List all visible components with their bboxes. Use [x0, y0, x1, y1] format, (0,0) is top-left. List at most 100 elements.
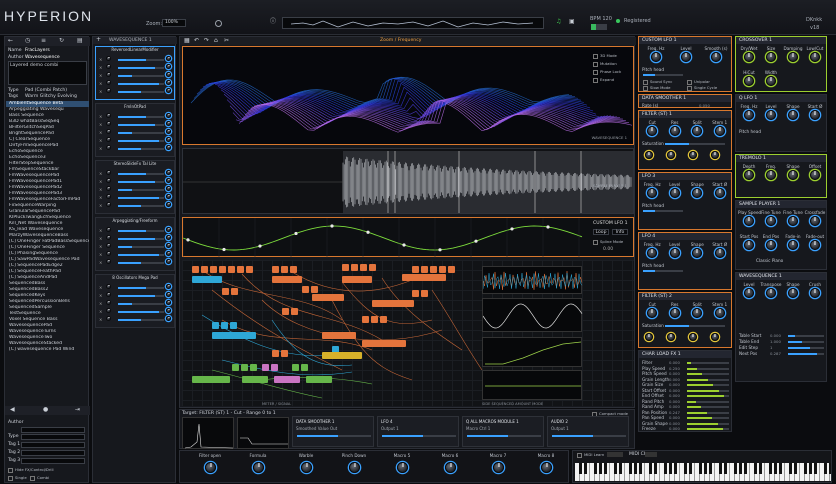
graph-node[interactable]	[369, 264, 376, 271]
param-knob[interactable]	[744, 110, 754, 120]
piano-black-key[interactable]	[583, 463, 587, 474]
lock-icon[interactable]: ⌂	[214, 38, 218, 44]
row-value[interactable]: 0.000	[669, 415, 680, 420]
mini-knob[interactable]	[106, 251, 111, 256]
row-value[interactable]: 0.000	[669, 399, 680, 404]
param-slider[interactable]	[118, 254, 164, 256]
row-slider[interactable]	[687, 373, 729, 375]
remove-icon[interactable]: ×	[99, 81, 102, 86]
remove-icon[interactable]: ×	[99, 317, 102, 322]
remove-icon[interactable]: ×	[99, 122, 102, 127]
opt-mutation[interactable]: Mutation	[593, 61, 617, 67]
param-slider[interactable]	[118, 189, 164, 191]
mini-knob[interactable]	[106, 72, 111, 77]
remove-icon[interactable]: ×	[99, 252, 102, 257]
sample-display[interactable]: SAMPLE PLAYER 1	[182, 148, 634, 214]
option-checkbox[interactable]: Sound Sync	[643, 79, 672, 85]
mini-knob[interactable]	[106, 88, 111, 93]
param-knob[interactable]	[766, 52, 776, 62]
midi-learn-select[interactable]	[607, 452, 623, 457]
param-slider[interactable]	[118, 132, 164, 134]
param-knob[interactable]	[692, 248, 703, 258]
redo-icon[interactable]: ↷	[204, 38, 209, 44]
value-knob[interactable]	[166, 186, 171, 191]
row-slider[interactable]	[788, 341, 824, 343]
graph-node[interactable]	[274, 376, 300, 383]
mod-slot[interactable]: DATA SMOOTHER 1 Smoothed Value Out	[292, 416, 374, 447]
opt-3d-mode[interactable]: 3D Mode	[593, 53, 617, 59]
graph-node[interactable]	[371, 316, 378, 323]
row-value[interactable]: 0.000	[669, 426, 680, 431]
remove-icon[interactable]: ×	[99, 65, 102, 70]
value-knob[interactable]	[166, 227, 171, 232]
row-slider[interactable]	[687, 367, 729, 370]
piano-black-key[interactable]	[653, 463, 657, 474]
graph-node[interactable]	[212, 332, 256, 339]
module-card[interactable]: ReversedLinearModifier × × × × ×	[95, 46, 175, 100]
graph-node[interactable]	[282, 308, 289, 315]
row-slider[interactable]	[687, 384, 729, 386]
graph-node[interactable]	[291, 308, 298, 315]
remove-icon[interactable]: ×	[99, 73, 102, 78]
chip-icon[interactable]: ▣	[569, 19, 575, 25]
macro-knob[interactable]	[445, 462, 456, 473]
saturation-slider[interactable]	[665, 325, 725, 327]
piano-keyboard[interactable]	[575, 463, 831, 481]
module-card[interactable]: FmInOtPad × × × × ×	[95, 103, 175, 157]
piano-black-key[interactable]	[823, 463, 827, 474]
graph-node[interactable]	[311, 286, 318, 293]
graph-node[interactable]	[302, 286, 309, 293]
mini-knob[interactable]	[106, 316, 111, 321]
graph-node[interactable]	[312, 294, 344, 301]
modulation-graph[interactable]: METER / SIGNAL SIDE SEQUENCED AMOUNT MOD…	[182, 260, 634, 406]
name-value[interactable]: FracLayers	[25, 48, 50, 53]
row-slider[interactable]	[788, 335, 824, 337]
param-slider[interactable]	[118, 59, 164, 61]
graph-node[interactable]	[448, 266, 455, 273]
row-slider[interactable]	[687, 400, 729, 403]
graph-node[interactable]	[412, 266, 419, 273]
graph-node[interactable]	[342, 264, 349, 271]
param-knob[interactable]	[766, 288, 776, 298]
piano-black-key[interactable]	[668, 463, 672, 474]
param-slider[interactable]	[118, 148, 164, 150]
folder-icon[interactable]: ▤	[77, 38, 83, 44]
option-checkbox[interactable]: Slow Mode	[643, 85, 670, 91]
row-slider[interactable]	[687, 362, 729, 364]
row-slider[interactable]	[788, 353, 824, 355]
remove-icon[interactable]: ×	[99, 228, 102, 233]
param-slider[interactable]	[118, 262, 164, 264]
opt-phase-lock[interactable]: Phase Lock	[593, 69, 621, 75]
graph-node[interactable]	[221, 322, 228, 329]
value-knob[interactable]	[166, 308, 171, 313]
remove-icon[interactable]: ×	[99, 89, 102, 94]
mod-amount-slider[interactable]	[297, 435, 371, 437]
pitch-slider[interactable]	[643, 74, 683, 76]
graph-node[interactable]	[272, 276, 302, 283]
param-knob[interactable]	[692, 126, 703, 136]
piano-black-key[interactable]	[773, 463, 777, 474]
param-slider[interactable]	[118, 230, 164, 232]
param-knob[interactable]	[788, 216, 798, 226]
graph-node[interactable]	[292, 364, 299, 371]
macro-knob[interactable]	[253, 462, 264, 473]
param-knob[interactable]	[810, 216, 820, 226]
piano-black-key[interactable]	[788, 463, 792, 474]
row-value[interactable]: 0.000	[669, 404, 680, 409]
sub-knob[interactable]	[711, 333, 719, 341]
option-checkbox[interactable]: Single Cycle	[687, 85, 717, 91]
value-knob[interactable]	[166, 121, 171, 126]
piano-black-key[interactable]	[828, 463, 831, 474]
piano-black-key[interactable]	[778, 463, 782, 474]
graph-node[interactable]	[360, 264, 367, 271]
graph-node[interactable]	[322, 332, 356, 339]
param-knob[interactable]	[714, 126, 725, 136]
piano-black-key[interactable]	[633, 463, 637, 474]
sample-name[interactable]: Classic Piano	[756, 258, 783, 263]
author-filter[interactable]	[21, 427, 85, 433]
row-value[interactable]: 0.000	[669, 360, 680, 365]
value-knob[interactable]	[166, 202, 171, 207]
pitch-slider[interactable]	[643, 210, 683, 212]
param-slider[interactable]	[118, 197, 164, 199]
value-knob[interactable]	[166, 316, 171, 321]
